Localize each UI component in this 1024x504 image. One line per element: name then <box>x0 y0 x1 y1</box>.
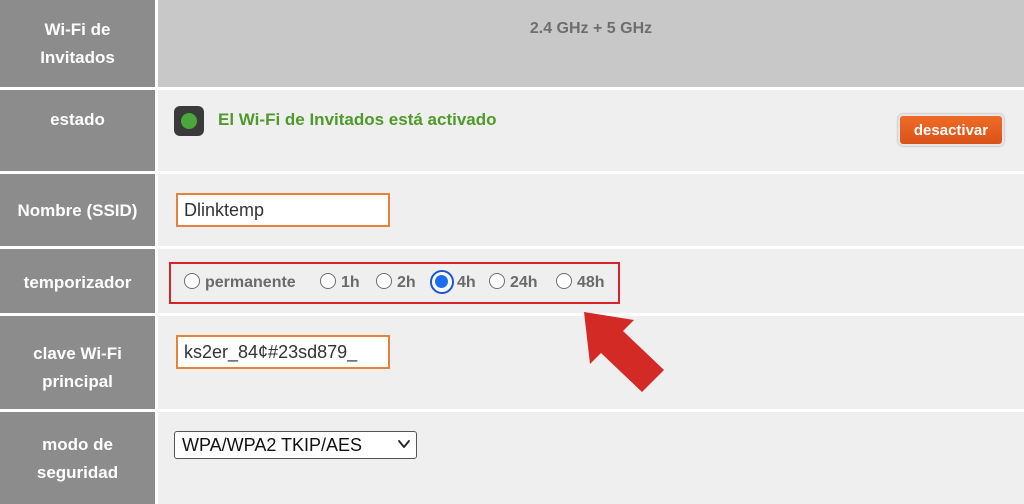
red-arrow-icon <box>584 312 664 392</box>
radio-button[interactable] <box>376 273 392 289</box>
timer-label: temporizador <box>0 249 155 313</box>
ssid-label-text: Nombre (SSID) <box>17 201 138 220</box>
security-cell: WPA/WPA2 TKIP/AES <box>158 412 1024 504</box>
radio-button-selected[interactable] <box>430 270 454 294</box>
band-value: 2.4 GHz + 5 GHz <box>529 20 653 37</box>
ssid-label: Nombre (SSID) <box>0 174 155 246</box>
radio-button[interactable] <box>320 273 336 289</box>
timer-option-label: 24h <box>510 274 538 291</box>
band-cell: 2.4 GHz + 5 GHz <box>158 0 1024 87</box>
guest-wifi-label: Wi-Fi de Invitados <box>0 0 155 87</box>
timer-option-label: 1h <box>341 274 360 291</box>
security-label-text: modo de seguridad <box>36 435 119 482</box>
key-row: clave Wi-Fi principal <box>0 316 1024 409</box>
key-label: clave Wi-Fi principal <box>0 316 155 409</box>
security-row: modo de seguridad WPA/WPA2 TKIP/AES <box>0 412 1024 504</box>
radio-button[interactable] <box>184 273 200 289</box>
guest-wifi-band-row: Wi-Fi de Invitados 2.4 GHz + 5 GHz <box>0 0 1024 87</box>
timer-option-label: 2h <box>397 274 416 291</box>
ssid-cell <box>158 174 1024 246</box>
green-status-led-icon <box>174 106 204 136</box>
radio-button[interactable] <box>556 273 572 289</box>
timer-option-label: 4h <box>457 274 476 291</box>
radio-button[interactable] <box>489 273 505 289</box>
security-mode-select[interactable]: WPA/WPA2 TKIP/AES <box>174 431 417 459</box>
chevron-down-icon <box>398 440 410 448</box>
timer-option-label: 48h <box>577 274 605 291</box>
status-cell: El Wi-Fi de Invitados está activado desa… <box>158 90 1024 171</box>
status-row: estado El Wi-Fi de Invitados está activa… <box>0 90 1024 171</box>
key-label-text: clave Wi-Fi principal <box>33 344 122 391</box>
timer-option-label: permanente <box>205 274 296 291</box>
security-label: modo de seguridad <box>0 412 155 504</box>
ssid-input[interactable] <box>176 193 390 227</box>
status-text: El Wi-Fi de Invitados está activado <box>218 110 497 129</box>
status-label-text: estado <box>50 110 105 129</box>
guest-wifi-label-text: Wi-Fi de Invitados <box>40 20 115 67</box>
timer-radio-group: permanente 1h 2h 4h 24h 48h <box>169 262 620 304</box>
ssid-row: Nombre (SSID) <box>0 174 1024 246</box>
timer-label-text: temporizador <box>23 273 132 292</box>
timer-row: temporizador permanente 1h 2h 4h 24h 48h <box>0 249 1024 313</box>
timer-cell: permanente 1h 2h 4h 24h 48h <box>158 249 1024 313</box>
status-label: estado <box>0 90 155 171</box>
wifi-key-input[interactable] <box>176 335 390 369</box>
deactivate-button[interactable]: desactivar <box>898 114 1004 146</box>
security-mode-value: WPA/WPA2 TKIP/AES <box>182 435 363 455</box>
